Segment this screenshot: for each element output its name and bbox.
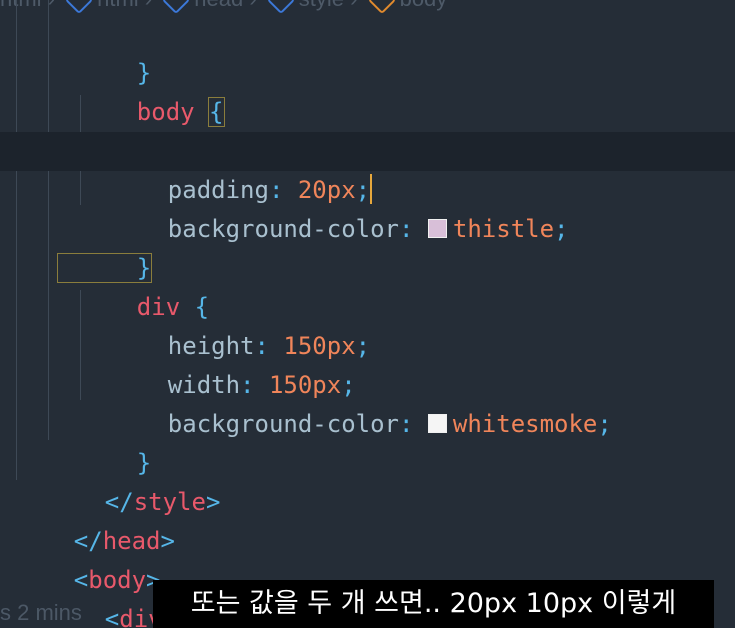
code-line[interactable]: height: 150px;	[0, 288, 735, 360]
breadcrumb-item[interactable]: html	[0, 0, 42, 11]
code-line[interactable]: body {	[0, 54, 735, 127]
code-line[interactable]: margin: 0;	[0, 93, 735, 165]
css-rule-icon	[367, 0, 396, 15]
codelens-text: s 2 mins	[0, 600, 82, 625]
code-line[interactable]: }	[0, 405, 735, 477]
code-line-current[interactable]: padding: 20px;	[0, 132, 735, 204]
code-line[interactable]: }	[0, 15, 735, 87]
element-icon	[162, 0, 191, 15]
code-line[interactable]: background-color: whitesmoke;	[0, 366, 735, 438]
code-line[interactable]: div {	[0, 249, 735, 321]
breadcrumb-item[interactable]: html	[97, 0, 139, 11]
breadcrumb-item[interactable]: body	[400, 0, 448, 11]
element-icon	[266, 0, 295, 15]
breadcrumb: html › html › head › style › body	[0, 0, 448, 15]
code-line[interactable]: width: 150px;	[0, 327, 735, 399]
code-line[interactable]: }	[0, 210, 735, 283]
video-subtitle: 또는 값을 두 개 쓰면.. 20px 10px 이렇게	[153, 580, 714, 628]
code-line[interactable]: background-color: thistle;	[0, 171, 735, 243]
code-editor[interactable]: html › html › head › style › body } body…	[0, 0, 735, 628]
element-icon	[64, 0, 94, 15]
breadcrumb-item[interactable]: head	[194, 0, 243, 11]
code-line[interactable]: </style>	[0, 444, 735, 516]
code-line[interactable]: <body>	[0, 522, 735, 594]
breadcrumb-item[interactable]: style	[299, 0, 344, 11]
code-line[interactable]: </head>	[0, 483, 735, 555]
